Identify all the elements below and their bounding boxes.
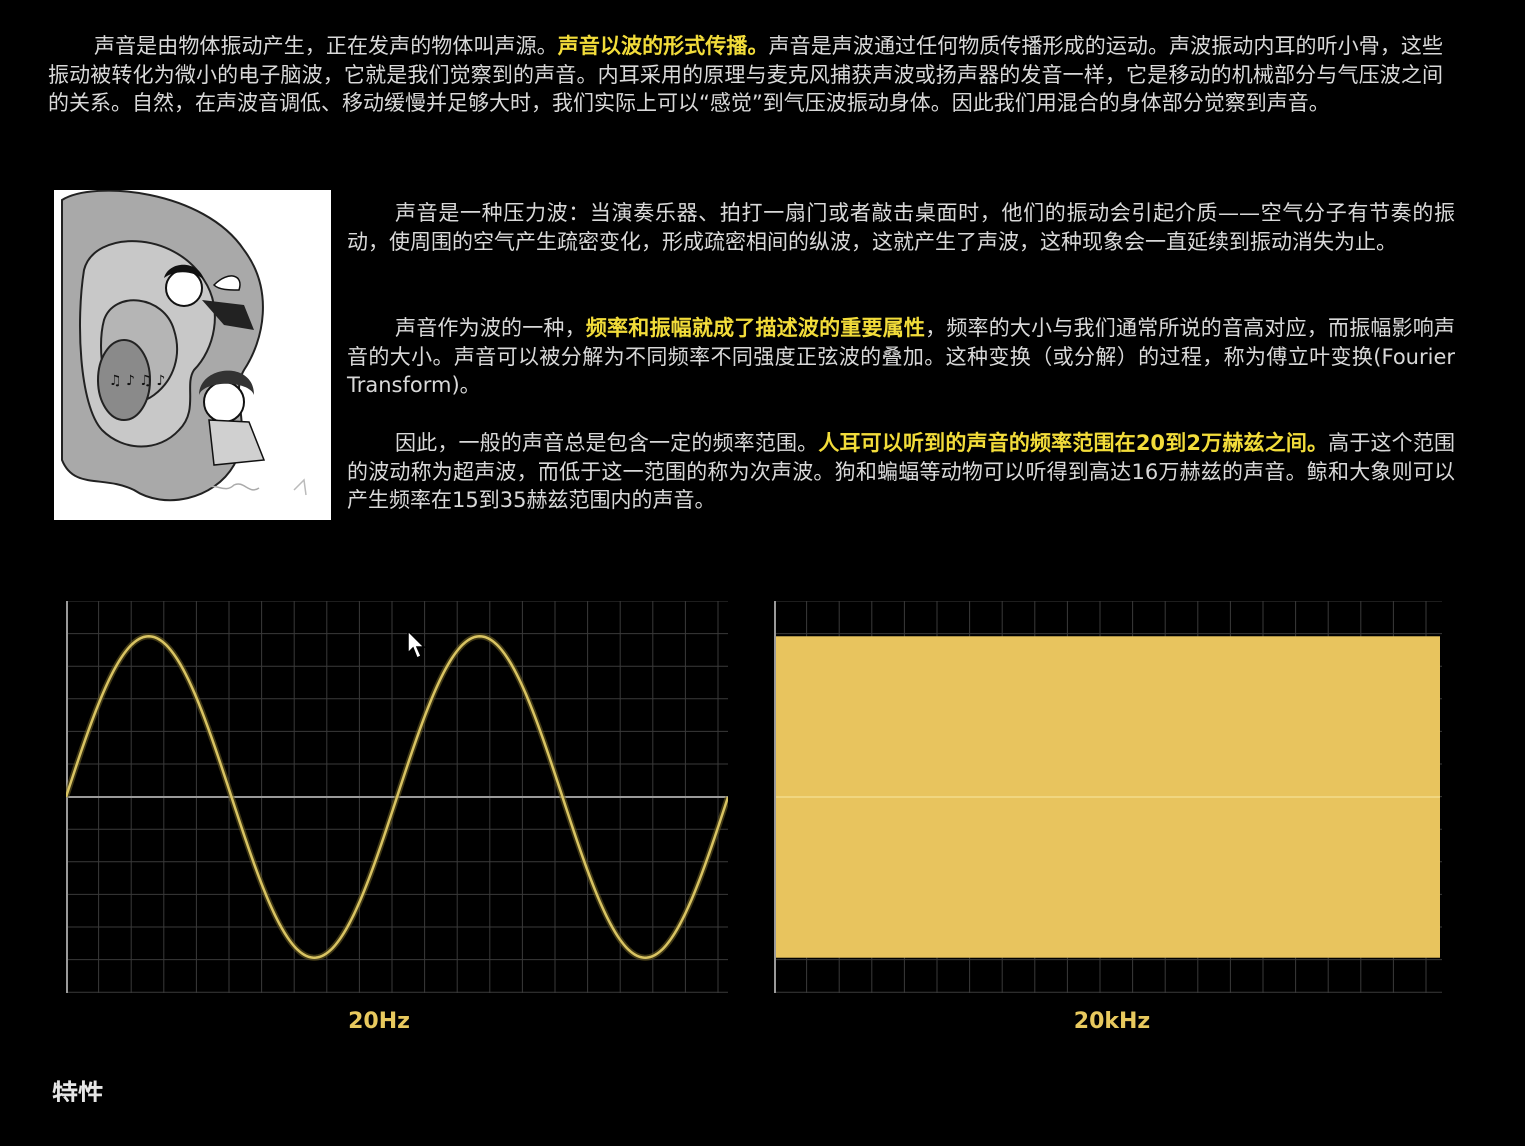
pressure-wave-paragraph: 声音是一种压力波：当演奏乐器、拍打一扇门或者敲击桌面时，他们的振动会引起介质——… (347, 199, 1455, 256)
cartoon-ear-illustration-icon: ♫ ♪ ♫ ♪ (54, 189, 331, 520)
mouse-cursor-icon (407, 629, 426, 660)
p2-text-before: 声音作为波的一种， (395, 316, 586, 340)
p1-text: 声音是一种压力波：当演奏乐器、拍打一扇门或者敲击桌面时，他们的振动会引起介质——… (347, 201, 1455, 254)
p2-highlight: 频率和振幅就成了描述波的重要属性 (585, 316, 926, 340)
svg-text:♫ ♪ ♫ ♪: ♫ ♪ ♫ ♪ (109, 373, 165, 389)
chart-20hz (66, 601, 728, 993)
frequency-amplitude-paragraph: 声音作为波的一种，频率和振幅就成了描述波的重要属性，频率的大小与我们通常所说的音… (347, 314, 1455, 400)
intro-text-before: 声音是由物体振动产生，正在发声的物体叫声源。 (94, 34, 558, 58)
hearing-range-paragraph: 因此，一般的声音总是包含一定的频率范围。人耳可以听到的声音的频率范围在20到2万… (347, 429, 1455, 515)
chart-20khz-label: 20kHz (1073, 1009, 1151, 1034)
chart-20khz (774, 601, 1442, 993)
intro-highlight: 声音以波的形式传播。 (557, 34, 769, 58)
p3-text-before: 因此，一般的声音总是包含一定的频率范围。 (395, 431, 819, 455)
p3-highlight: 人耳可以听到的声音的频率范围在20到2万赫兹之间。 (818, 431, 1329, 455)
intro-paragraph: 声音是由物体振动产生，正在发声的物体叫声源。声音以波的形式传播。声音是声波通过任… (48, 32, 1443, 118)
ear-cartoon-image: ♫ ♪ ♫ ♪ (54, 189, 331, 520)
section-heading: 特性 (52, 1080, 105, 1102)
chart-20hz-label: 20Hz (348, 1009, 410, 1034)
